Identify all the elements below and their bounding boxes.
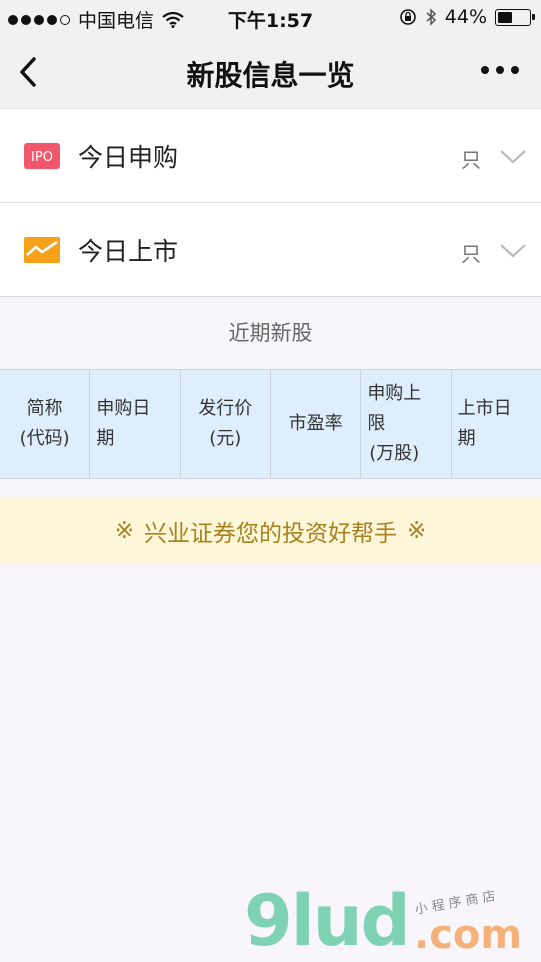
market-mail-icon	[24, 237, 60, 263]
row-unit-subscribe: 只	[461, 148, 481, 172]
status-bar: 中国电信 下午1:57 44%	[0, 0, 541, 36]
chevron-down-icon[interactable]	[499, 149, 527, 165]
battery-percent: 44%	[444, 6, 487, 28]
rotation-lock-icon	[399, 9, 416, 25]
table-header: 简称 (代码) 申购日期 发行价 (元) 市盈率 申购上 限 (万股) 上市日期	[0, 369, 541, 479]
more-dots-icon[interactable]	[481, 66, 519, 74]
table-header-listing-date: 上市日期	[457, 398, 512, 449]
row-label-subscribe: 今日申购	[78, 143, 179, 172]
promo-banner: ※ 兴业证券您的投资好帮手 ※	[0, 497, 541, 564]
watermark-com-text: .com	[414, 912, 523, 958]
table-header-price: 发行价 (元)	[181, 370, 271, 478]
section-title: 近期新股	[228, 321, 313, 345]
chevron-down-icon[interactable]	[499, 243, 527, 259]
row-label-listing: 今日上市	[78, 237, 179, 266]
ipo-icon: IPO	[24, 143, 60, 169]
page-title: 新股信息一览	[186, 59, 355, 92]
row-unit-listing: 只	[461, 242, 481, 266]
banner-text: 兴业证券您的投资好帮手	[144, 520, 397, 547]
watermark-logo: 9lud 小 程 序 商 店 .com	[244, 886, 534, 960]
bluetooth-icon	[426, 8, 436, 26]
table-header-name: 简称 (代码)	[0, 370, 91, 478]
svg-text:IPO: IPO	[31, 150, 53, 165]
table-header-limit: 申购上 限 (万股)	[361, 370, 452, 478]
table-header-subscribe-date: 申购日期	[90, 370, 181, 478]
today-listing-row[interactable]: 今日上市 只	[0, 203, 541, 297]
battery-icon	[495, 8, 535, 26]
status-right: 44%	[399, 6, 535, 28]
banner-mark-right: ※	[407, 517, 427, 544]
nav-bar: 新股信息一览	[0, 36, 541, 109]
today-subscribe-row[interactable]: IPO 今日申购 只	[0, 109, 541, 203]
table-header-pe: 市盈率	[271, 370, 362, 478]
banner-mark-left: ※	[114, 517, 134, 544]
watermark-big-text: 9lud	[244, 880, 411, 962]
